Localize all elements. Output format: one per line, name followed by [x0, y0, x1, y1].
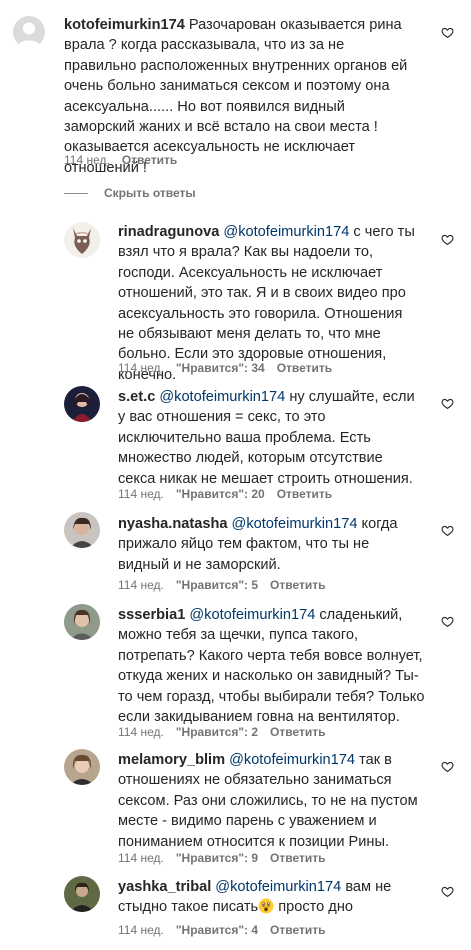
like-heart-icon[interactable]: [441, 885, 454, 898]
reply-button[interactable]: Ответить: [277, 361, 332, 375]
comment-meta: 114 нед. "Нравится": 5 Ответить: [118, 577, 338, 593]
like-heart-icon[interactable]: [441, 233, 454, 246]
likes-count[interactable]: "Нравится": 5: [176, 578, 258, 592]
reply-button[interactable]: Ответить: [270, 851, 325, 865]
hide-replies-button[interactable]: Скрыть ответы: [64, 186, 196, 200]
avatar-default[interactable]: [13, 16, 45, 48]
avatar-image-icon: [64, 876, 100, 912]
likes-count[interactable]: "Нравится": 9: [176, 851, 258, 865]
default-avatar-icon: [13, 16, 45, 48]
divider-line: [64, 192, 88, 194]
comment-time[interactable]: 114 нед.: [118, 487, 164, 501]
comment-text: yashka_tribal @kotofeimurkin174 вам не ст…: [118, 877, 428, 918]
avatar-image-icon: [64, 386, 100, 422]
avatar-rinadragunova[interactable]: [64, 222, 100, 258]
mention-link[interactable]: @kotofeimurkin174: [189, 607, 315, 623]
comment-username[interactable]: s.et.c: [118, 389, 155, 405]
comment-meta: 114 нед. Ответить: [64, 152, 189, 168]
like-heart-icon[interactable]: [441, 760, 454, 773]
avatar-image-icon: [64, 222, 100, 258]
reply-button[interactable]: Ответить: [270, 923, 325, 937]
avatar-melamory-blim[interactable]: [64, 749, 100, 785]
comment-time[interactable]: 114 нед.: [118, 725, 164, 739]
avatar-s-et-c[interactable]: [64, 386, 100, 422]
avatar-yashka-tribal[interactable]: [64, 876, 100, 912]
comment-username[interactable]: rinadragunova: [118, 224, 219, 240]
mention-link[interactable]: @kotofeimurkin174: [159, 389, 285, 405]
hide-replies-label[interactable]: Скрыть ответы: [104, 186, 196, 200]
avatar-image-icon: [64, 512, 100, 548]
mention-link[interactable]: @kotofeimurkin174: [229, 752, 355, 768]
reply-button[interactable]: Ответить: [277, 487, 332, 501]
avatar-image-icon: [64, 749, 100, 785]
likes-count[interactable]: "Нравится": 4: [176, 923, 258, 937]
comment-meta: 114 нед. "Нравится": 4 Ответить: [118, 922, 338, 938]
comment-username[interactable]: ssserbia1: [118, 607, 185, 623]
comment-meta: 114 нед. "Нравится": 34 Ответить: [118, 360, 344, 376]
avatar-image-icon: [64, 604, 100, 640]
comment-meta: 114 нед. "Нравится": 2 Ответить: [118, 724, 338, 740]
reply-button[interactable]: Ответить: [270, 578, 325, 592]
comment-text: ssserbia1 @kotofeimurkin174 сладенький, м…: [118, 605, 428, 727]
comment-time[interactable]: 114 нед.: [118, 851, 164, 865]
reply-button[interactable]: Ответить: [122, 153, 177, 167]
comment-time[interactable]: 114 нед.: [118, 578, 164, 592]
like-heart-icon[interactable]: [441, 524, 454, 537]
like-heart-icon[interactable]: [441, 615, 454, 628]
mention-link[interactable]: @kotofeimurkin174: [215, 879, 341, 895]
comment-time[interactable]: 114 нед.: [64, 153, 110, 167]
comment-time[interactable]: 114 нед.: [118, 923, 164, 937]
comment-time[interactable]: 114 нед.: [118, 361, 164, 375]
likes-count[interactable]: "Нравится": 34: [176, 361, 265, 375]
comment-username[interactable]: melamory_blim: [118, 752, 225, 768]
comment-username[interactable]: kotofeimurkin174: [64, 17, 185, 33]
avatar-nyasha-natasha[interactable]: [64, 512, 100, 548]
astonished-face-emoji-icon: [258, 898, 274, 914]
mention-link[interactable]: @kotofeimurkin174: [232, 516, 358, 532]
comment-text: s.et.c @kotofeimurkin174 ну слушайте, есл…: [118, 387, 418, 489]
comment-username[interactable]: yashka_tribal: [118, 879, 211, 895]
likes-count[interactable]: "Нравится": 2: [176, 725, 258, 739]
reply-button[interactable]: Ответить: [270, 725, 325, 739]
mention-link[interactable]: @kotofeimurkin174: [223, 224, 349, 240]
likes-count[interactable]: "Нравится": 20: [176, 487, 265, 501]
comment-body-after: просто дно: [278, 899, 354, 916]
comment-meta: 114 нед. "Нравится": 9 Ответить: [118, 850, 338, 866]
comment-username[interactable]: nyasha.natasha: [118, 516, 228, 532]
comment-body: сладенький, можно тебя за щечки, пупса т…: [118, 607, 425, 726]
avatar-ssserbia1[interactable]: [64, 604, 100, 640]
comment-meta: 114 нед. "Нравится": 20 Ответить: [118, 486, 344, 502]
like-heart-icon[interactable]: [441, 397, 454, 410]
comment-text: melamory_blim @kotofeimurkin174 так в отн…: [118, 750, 418, 852]
comment-text: nyasha.natasha @kotofeimurkin174 когда пр…: [118, 514, 418, 575]
like-heart-icon[interactable]: [441, 26, 454, 39]
